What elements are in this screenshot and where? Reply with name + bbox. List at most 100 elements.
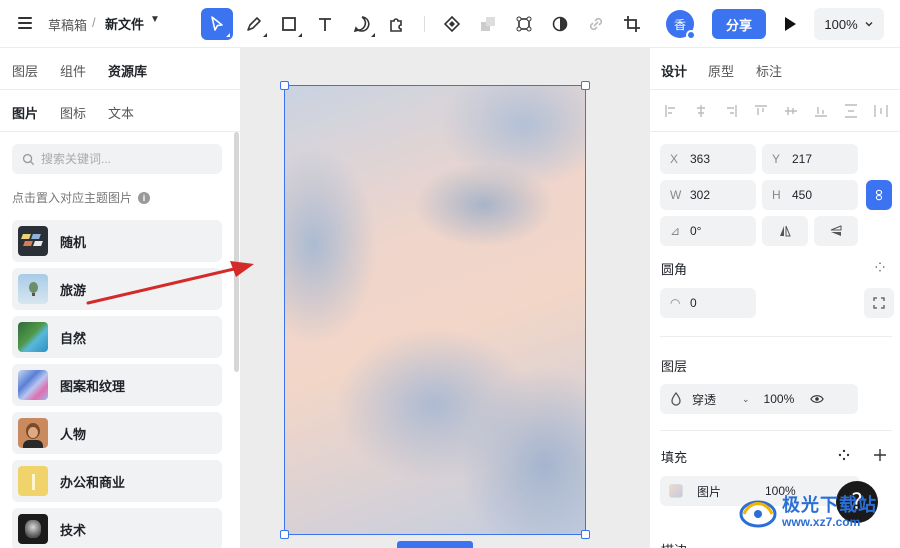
text-tool[interactable] xyxy=(309,8,341,40)
mask-icon xyxy=(552,16,568,32)
tab-prototype[interactable]: 原型 xyxy=(708,61,734,80)
h-value: 450 xyxy=(792,188,813,202)
layer-blend-field[interactable]: 穿透 ⌄ 100% xyxy=(660,384,858,414)
resize-handle[interactable] xyxy=(280,81,289,90)
tab-layers[interactable]: 图层 xyxy=(12,61,38,80)
flip-vertical-icon xyxy=(830,225,842,236)
flip-horizontal-icon xyxy=(780,225,791,237)
menu-icon[interactable] xyxy=(18,17,32,29)
resize-handle[interactable] xyxy=(581,530,590,539)
tab-design[interactable]: 设计 xyxy=(661,61,687,80)
link-tool[interactable] xyxy=(580,8,612,40)
boolean-tool[interactable] xyxy=(472,8,504,40)
breadcrumb-drafts[interactable]: 草稿箱 xyxy=(48,15,87,34)
section-divider xyxy=(660,430,892,431)
category-business[interactable]: 办公和商业 xyxy=(12,460,222,502)
category-label: 自然 xyxy=(60,330,87,346)
y-label: Y xyxy=(772,152,781,166)
frame-transform-tool[interactable] xyxy=(508,8,540,40)
align-top-icon[interactable] xyxy=(754,104,768,118)
category-label: 技术 xyxy=(60,522,87,538)
align-toolbar xyxy=(650,90,900,132)
rotation-field[interactable]: ⊿ 0° xyxy=(660,216,756,246)
right-panel: 设计 原型 标注 X 363 Y 217 W 302 H 450 ⊿ 0° 圆角… xyxy=(649,48,900,548)
align-bottom-icon[interactable] xyxy=(814,104,828,118)
tab-text[interactable]: 文本 xyxy=(108,103,134,122)
component-tool[interactable] xyxy=(436,8,468,40)
watermark-url: www.xz7.com xyxy=(782,515,861,529)
tab-annotate[interactable]: 标注 xyxy=(756,61,782,80)
tech-thumbnail xyxy=(18,514,48,544)
cursor-icon xyxy=(211,16,223,31)
hint-text: 点击置入对应主题图片 xyxy=(12,191,133,205)
eye-icon[interactable] xyxy=(809,393,824,405)
canvas-area[interactable] xyxy=(241,48,649,548)
online-status-icon xyxy=(686,30,696,40)
blend-mode-value: 穿透 xyxy=(692,392,717,407)
width-field[interactable]: W 302 xyxy=(660,180,756,210)
comment-tool[interactable] xyxy=(346,8,378,40)
category-label: 旅游 xyxy=(60,282,87,298)
tab-components[interactable]: 组件 xyxy=(60,61,86,80)
tab-icons[interactable]: 图标 xyxy=(60,103,86,122)
expand-icon xyxy=(873,297,885,309)
select-tool[interactable] xyxy=(201,8,233,40)
stroke-title: 描边 xyxy=(661,540,687,548)
fill-title: 填充 xyxy=(661,450,688,465)
y-value: 217 xyxy=(792,152,813,166)
distribute-vertical-icon[interactable] xyxy=(844,104,858,118)
pen-tool[interactable] xyxy=(238,8,270,40)
category-people[interactable]: 人物 xyxy=(12,412,222,454)
avatar[interactable]: 香 xyxy=(666,10,696,40)
crop-icon xyxy=(624,16,640,32)
business-thumbnail xyxy=(18,466,48,496)
constrain-proportions-button[interactable] xyxy=(866,180,892,210)
tab-images[interactable]: 图片 xyxy=(12,103,38,122)
align-center-h-icon[interactable] xyxy=(694,104,708,118)
distribute-horizontal-icon[interactable] xyxy=(874,104,888,118)
flip-vertical-button[interactable] xyxy=(814,216,858,246)
category-label: 人物 xyxy=(60,426,87,442)
rectangle-tool[interactable] xyxy=(273,8,305,40)
link-icon xyxy=(875,189,883,201)
search-input[interactable] xyxy=(41,152,211,166)
align-left-icon[interactable] xyxy=(664,104,678,118)
w-label: W xyxy=(670,188,682,202)
flip-horizontal-button[interactable] xyxy=(762,216,808,246)
y-field[interactable]: Y 217 xyxy=(762,144,858,174)
align-right-icon[interactable] xyxy=(724,104,738,118)
add-fill-icon[interactable] xyxy=(873,448,887,462)
chevron-down-icon[interactable]: ⌄ xyxy=(742,394,750,405)
style-icon[interactable] xyxy=(838,449,850,461)
plugin-tool[interactable] xyxy=(380,8,412,40)
tab-assets[interactable]: 资源库 xyxy=(108,61,147,80)
w-value: 302 xyxy=(690,188,711,202)
comment-icon xyxy=(353,16,370,33)
resize-handle[interactable] xyxy=(581,81,590,90)
zoom-dropdown[interactable]: 100% xyxy=(814,8,884,40)
scrollbar[interactable] xyxy=(234,132,239,372)
align-center-v-icon[interactable] xyxy=(784,104,798,118)
corner-radius-field[interactable]: ◠ 0 xyxy=(660,288,756,318)
category-patterns[interactable]: 图案和纹理 xyxy=(12,364,222,406)
height-field[interactable]: H 450 xyxy=(762,180,858,210)
category-tech[interactable]: 技术 xyxy=(12,508,222,548)
resize-handle[interactable] xyxy=(280,530,289,539)
drop-icon xyxy=(671,392,681,406)
layer-opacity-value[interactable]: 100% xyxy=(764,392,810,406)
nature-thumbnail xyxy=(18,322,48,352)
crop-tool[interactable] xyxy=(616,8,648,40)
category-nature[interactable]: 自然 xyxy=(12,316,222,358)
independent-corners-icon[interactable] xyxy=(874,261,886,273)
play-icon[interactable] xyxy=(780,14,800,34)
inspector-tabs: 设计 原型 标注 xyxy=(650,48,900,90)
share-button[interactable]: 分享 xyxy=(712,9,766,39)
mask-tool[interactable] xyxy=(544,8,576,40)
chevron-down-icon[interactable]: ▼ xyxy=(150,14,160,25)
info-icon[interactable]: i xyxy=(138,191,151,204)
x-field[interactable]: X 363 xyxy=(660,144,756,174)
expand-corners-button[interactable] xyxy=(864,288,894,318)
file-name[interactable]: 新文件 xyxy=(105,14,144,33)
chevron-down-icon xyxy=(865,22,873,27)
image-fill-swatch-icon[interactable] xyxy=(669,484,683,498)
